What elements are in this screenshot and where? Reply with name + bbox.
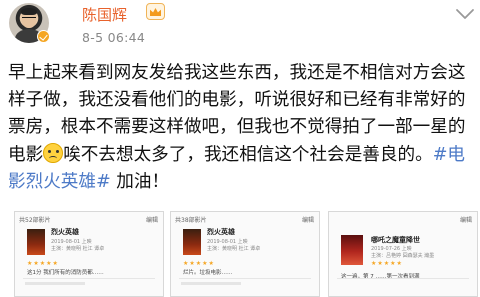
rating-stars: ★★★★★ — [371, 260, 403, 267]
movie-title: 哪吒之魔童降世 — [371, 236, 420, 244]
verified-icon — [37, 30, 50, 43]
movie-poster — [183, 229, 201, 255]
card-header: 共52部影片 — [19, 217, 51, 224]
rating-stars: ★★★★★ — [183, 260, 215, 267]
card-edit-label: 编辑 — [301, 217, 314, 224]
movie-poster — [341, 235, 363, 265]
movie-release: 2019-08-01 上映 — [207, 239, 248, 245]
crown-icon — [150, 8, 161, 16]
card-header: 共38部影片 — [175, 217, 207, 224]
movie-cast: 主演：吕艳婷 囧森瑟夫 瀚墨 — [371, 253, 435, 259]
avatar-hair — [21, 8, 37, 15]
author-name[interactable]: 陈国辉 — [82, 4, 127, 25]
movie-poster — [27, 229, 45, 255]
divider — [337, 278, 469, 279]
divider — [179, 278, 311, 279]
divider — [23, 278, 155, 279]
post-text: 早上起来看到网友发给我这些东西，我还是不相信对方会这样子做，我还没看他们的电影，… — [8, 60, 474, 196]
review-text: 烂片。垃圾电影…… — [183, 270, 233, 276]
post-text-end: 加油！ — [110, 171, 170, 192]
footer-bar — [181, 282, 241, 285]
avatar-glasses — [22, 17, 36, 20]
member-crown-icon[interactable] — [146, 3, 165, 20]
movie-release: 2019-08-01 上映 — [51, 239, 92, 245]
image-thumbnail[interactable]: 共52部影片 编辑 烈火英雄 2019-08-01 上映 主演：黄晓明 杜江 谭… — [14, 211, 164, 297]
card-edit-label: 编辑 — [459, 217, 472, 224]
movie-cast: 主演：黄晓明 杜江 谭卓 — [51, 246, 105, 252]
review-text: 这1分 我们所有的消防员都…… — [27, 270, 104, 276]
image-thumbnail[interactable]: 共38部影片 编辑 烈火英雄 2019-08-01 上映 主演：黄晓明 杜江 谭… — [170, 211, 320, 297]
card-edit-label: 编辑 — [145, 217, 158, 224]
footer-bar — [25, 282, 85, 285]
movie-release: 2019-07-26 上映 — [371, 246, 412, 252]
post-time: 8-5 06:44 — [82, 30, 146, 45]
image-gallery: 共52部影片 编辑 烈火英雄 2019-08-01 上映 主演：黄晓明 杜江 谭… — [6, 211, 478, 297]
chevron-down-icon[interactable] — [454, 4, 476, 24]
movie-title: 烈火英雄 — [51, 228, 79, 236]
post-text-continued: 唉不去想太多了，我还相信这个社会是善良的。 — [63, 144, 433, 165]
movie-title: 烈火英雄 — [207, 228, 235, 236]
image-thumbnail[interactable]: 编辑 哪吒之魔童降世 2019-07-26 上映 主演：吕艳婷 囧森瑟夫 瀚墨 … — [328, 211, 478, 297]
sad-face-emoji-icon — [43, 142, 64, 163]
rating-stars: ★★★★★ — [27, 260, 59, 267]
movie-cast: 主演：黄晓明 杜江 谭卓 — [207, 246, 261, 252]
